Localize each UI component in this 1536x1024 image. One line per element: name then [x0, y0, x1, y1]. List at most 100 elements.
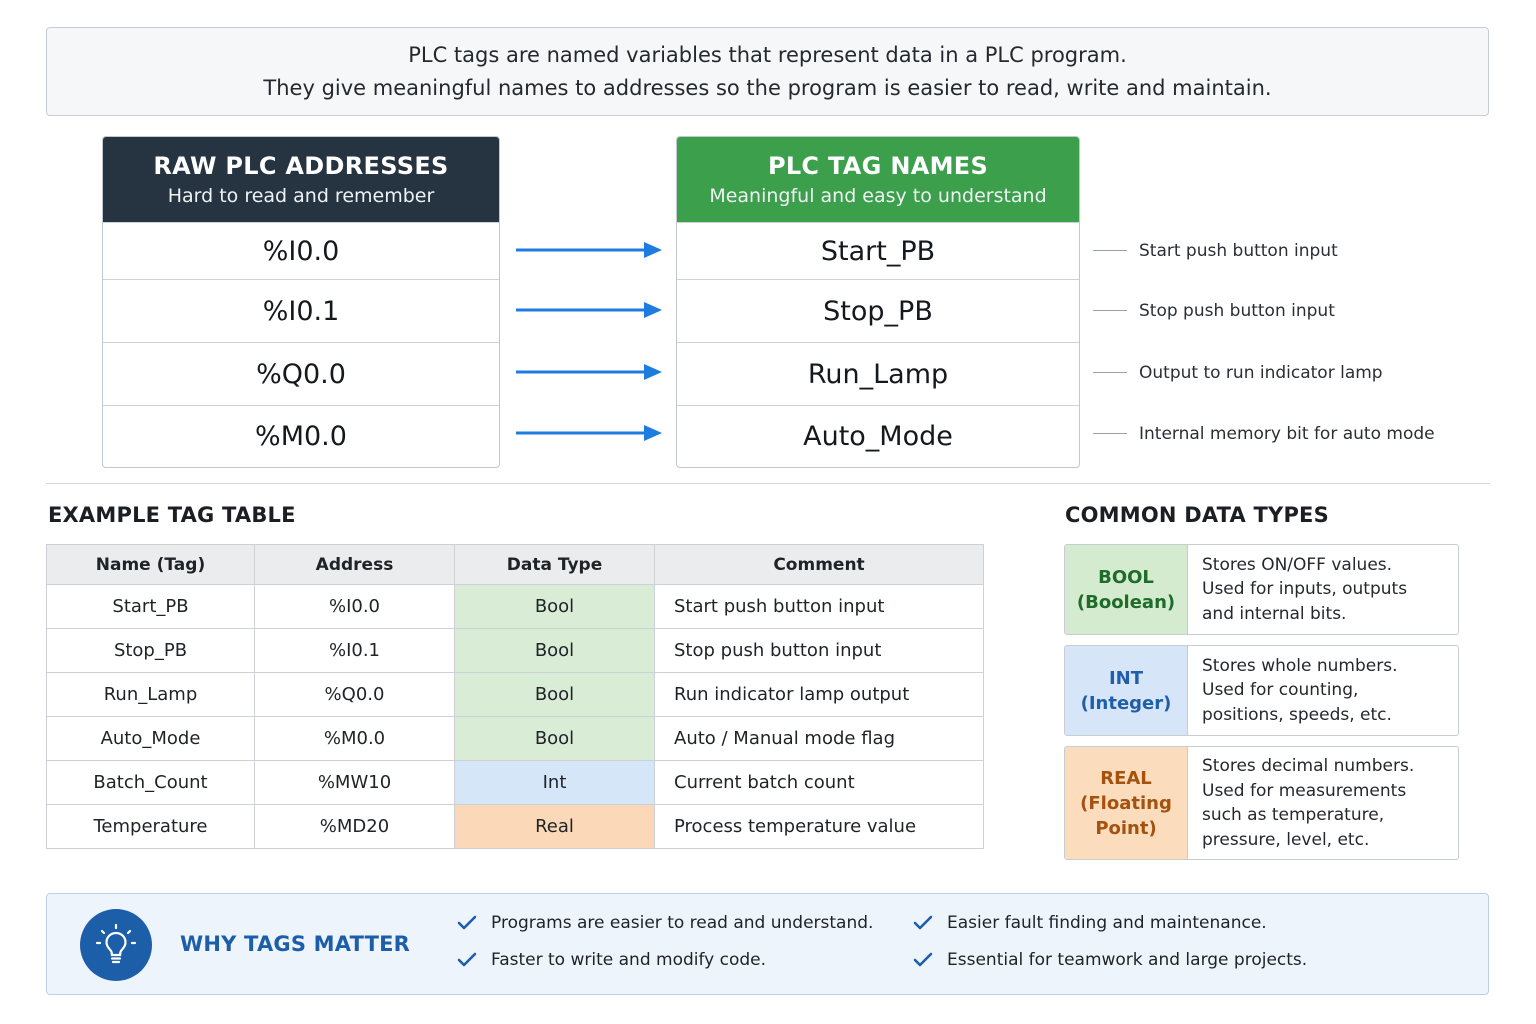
tag-comment: Start push button input	[654, 584, 984, 629]
badge-full-name: (Floating	[1080, 792, 1172, 814]
badge-name: BOOL	[1098, 566, 1154, 588]
tag-note: Internal memory bit for auto mode	[1139, 424, 1435, 444]
data-type-badge: REAL (Floating Point)	[1065, 747, 1188, 859]
tag-address: %I0.0	[254, 584, 455, 629]
table-header-row: Name (Tag) Address Data Type Comment	[46, 544, 984, 585]
data-type-card-bool: BOOL (Boolean) Stores ON/OFF values. Use…	[1064, 544, 1459, 635]
description-line: such as temperature,	[1202, 805, 1385, 825]
tag-address: %M0.0	[254, 716, 455, 761]
badge-full-name: Point)	[1095, 817, 1157, 839]
mapping-arrow-icon	[516, 302, 662, 318]
tag-names-title: PLC TAG NAMES	[767, 151, 989, 180]
tag-name: Stop_PB	[46, 628, 255, 673]
tag-comment: Auto / Manual mode flag	[654, 716, 984, 761]
table-row: Stop_PB %I0.1 Bool Stop push button inpu…	[46, 628, 984, 673]
check-icon	[913, 952, 933, 967]
note-connector	[1093, 250, 1127, 251]
table-row: Batch_Count %MW10 Int Current batch coun…	[46, 760, 984, 805]
tag-name-cell: Run_Lamp	[677, 342, 1079, 405]
intro-line-2: They give meaningful names to addresses …	[263, 75, 1272, 100]
badge-name: REAL	[1100, 767, 1152, 789]
example-table-title: EXAMPLE TAG TABLE	[48, 503, 296, 527]
description-line: and internal bits.	[1202, 603, 1347, 624]
raw-address-cell: %M0.0	[103, 405, 499, 467]
tag-address: %MW10	[254, 760, 455, 805]
tag-data-type: Bool	[454, 584, 655, 629]
badge-full-name: (Integer)	[1080, 692, 1172, 714]
tag-name: Run_Lamp	[46, 672, 255, 717]
tag-data-type: Bool	[454, 672, 655, 717]
description-line: Stores ON/OFF values.	[1202, 554, 1393, 575]
tag-data-type: Bool	[454, 628, 655, 673]
data-type-description: Stores ON/OFF values. Used for inputs, o…	[1188, 545, 1458, 634]
note-connector	[1093, 372, 1127, 373]
raw-addresses-subtitle: Hard to read and remember	[167, 184, 435, 207]
raw-address-cell: %Q0.0	[103, 342, 499, 405]
raw-addresses-column: RAW PLC ADDRESSES Hard to read and remem…	[102, 136, 500, 468]
benefit-text: Faster to write and modify code.	[491, 950, 767, 970]
tag-data-type: Bool	[454, 716, 655, 761]
tag-address: %MD20	[254, 804, 455, 849]
mapping-arrow-icon	[516, 364, 662, 380]
data-type-badge: BOOL (Boolean)	[1065, 545, 1188, 634]
tag-name-cell: Stop_PB	[677, 279, 1079, 342]
benefit-text: Easier fault finding and maintenance.	[947, 913, 1267, 933]
note-connector	[1093, 310, 1127, 311]
check-icon	[457, 915, 477, 930]
tag-names-header: PLC TAG NAMES Meaningful and easy to und…	[677, 137, 1079, 222]
tag-name-cell: Start_PB	[677, 222, 1079, 279]
benefit-text: Essential for teamwork and large project…	[947, 950, 1308, 970]
tag-name: Start_PB	[46, 584, 255, 629]
raw-addresses-header: RAW PLC ADDRESSES Hard to read and remem…	[103, 137, 499, 222]
intro-line-1: PLC tags are named variables that repres…	[408, 42, 1127, 67]
tag-names-subtitle: Meaningful and easy to understand	[709, 184, 1047, 207]
data-type-badge: INT (Integer)	[1065, 646, 1188, 735]
raw-address-cell: %I0.0	[103, 222, 499, 279]
tag-comment: Current batch count	[654, 760, 984, 805]
check-icon	[913, 915, 933, 930]
table-row: Run_Lamp %Q0.0 Bool Run indicator lamp o…	[46, 672, 984, 717]
data-type-card-int: INT (Integer) Stores whole numbers. Used…	[1064, 645, 1459, 736]
data-type-description: Stores decimal numbers. Used for measure…	[1188, 747, 1458, 859]
tag-note: Start push button input	[1139, 241, 1338, 261]
example-tag-table: Name (Tag) Address Data Type Comment Sta…	[46, 544, 984, 849]
benefit-item: Programs are easier to read and understa…	[457, 913, 873, 933]
data-types-title: COMMON DATA TYPES	[1065, 503, 1329, 527]
benefit-item: Faster to write and modify code.	[457, 950, 766, 970]
tag-address: %Q0.0	[254, 672, 455, 717]
benefit-text: Programs are easier to read and understa…	[491, 913, 874, 933]
tag-comment: Stop push button input	[654, 628, 984, 673]
tag-note: Output to run indicator lamp	[1139, 363, 1383, 383]
data-type-card-real: REAL (Floating Point) Stores decimal num…	[1064, 746, 1459, 860]
description-line: Stores whole numbers.	[1202, 655, 1398, 676]
description-line: positions, speeds, etc.	[1202, 704, 1392, 725]
badge-full-name: (Boolean)	[1076, 591, 1176, 613]
column-header-data-type: Data Type	[454, 544, 655, 585]
mapping-arrow-icon	[516, 242, 662, 258]
tag-comment: Process temperature value	[654, 804, 984, 849]
column-header-comment: Comment	[654, 544, 984, 585]
benefit-item: Essential for teamwork and large project…	[913, 950, 1307, 970]
tag-data-type: Int	[454, 760, 655, 805]
why-tags-matter-title: WHY TAGS MATTER	[180, 932, 411, 956]
benefit-item: Easier fault finding and maintenance.	[913, 913, 1267, 933]
tag-data-type: Real	[454, 804, 655, 849]
tag-name: Batch_Count	[46, 760, 255, 805]
intro-banner: PLC tags are named variables that repres…	[46, 27, 1489, 116]
table-row: Temperature %MD20 Real Process temperatu…	[46, 804, 984, 849]
tag-name: Temperature	[46, 804, 255, 849]
tag-address: %I0.1	[254, 628, 455, 673]
badge-name: INT	[1108, 667, 1144, 689]
tag-name-cell: Auto_Mode	[677, 405, 1079, 467]
table-row: Auto_Mode %M0.0 Bool Auto / Manual mode …	[46, 716, 984, 761]
note-connector	[1093, 433, 1127, 434]
raw-address-cell: %I0.1	[103, 279, 499, 342]
description-line: pressure, level, etc.	[1202, 829, 1370, 850]
tag-comment: Run indicator lamp output	[654, 672, 984, 717]
why-tags-matter-panel: WHY TAGS MATTER Programs are easier to r…	[46, 893, 1489, 995]
table-row: Start_PB %I0.0 Bool Start push button in…	[46, 584, 984, 629]
description-line: Used for measurements	[1202, 780, 1407, 801]
tag-note: Stop push button input	[1139, 301, 1335, 321]
tag-names-column: PLC TAG NAMES Meaningful and easy to und…	[676, 136, 1080, 468]
data-type-description: Stores whole numbers. Used for counting,…	[1188, 646, 1458, 735]
